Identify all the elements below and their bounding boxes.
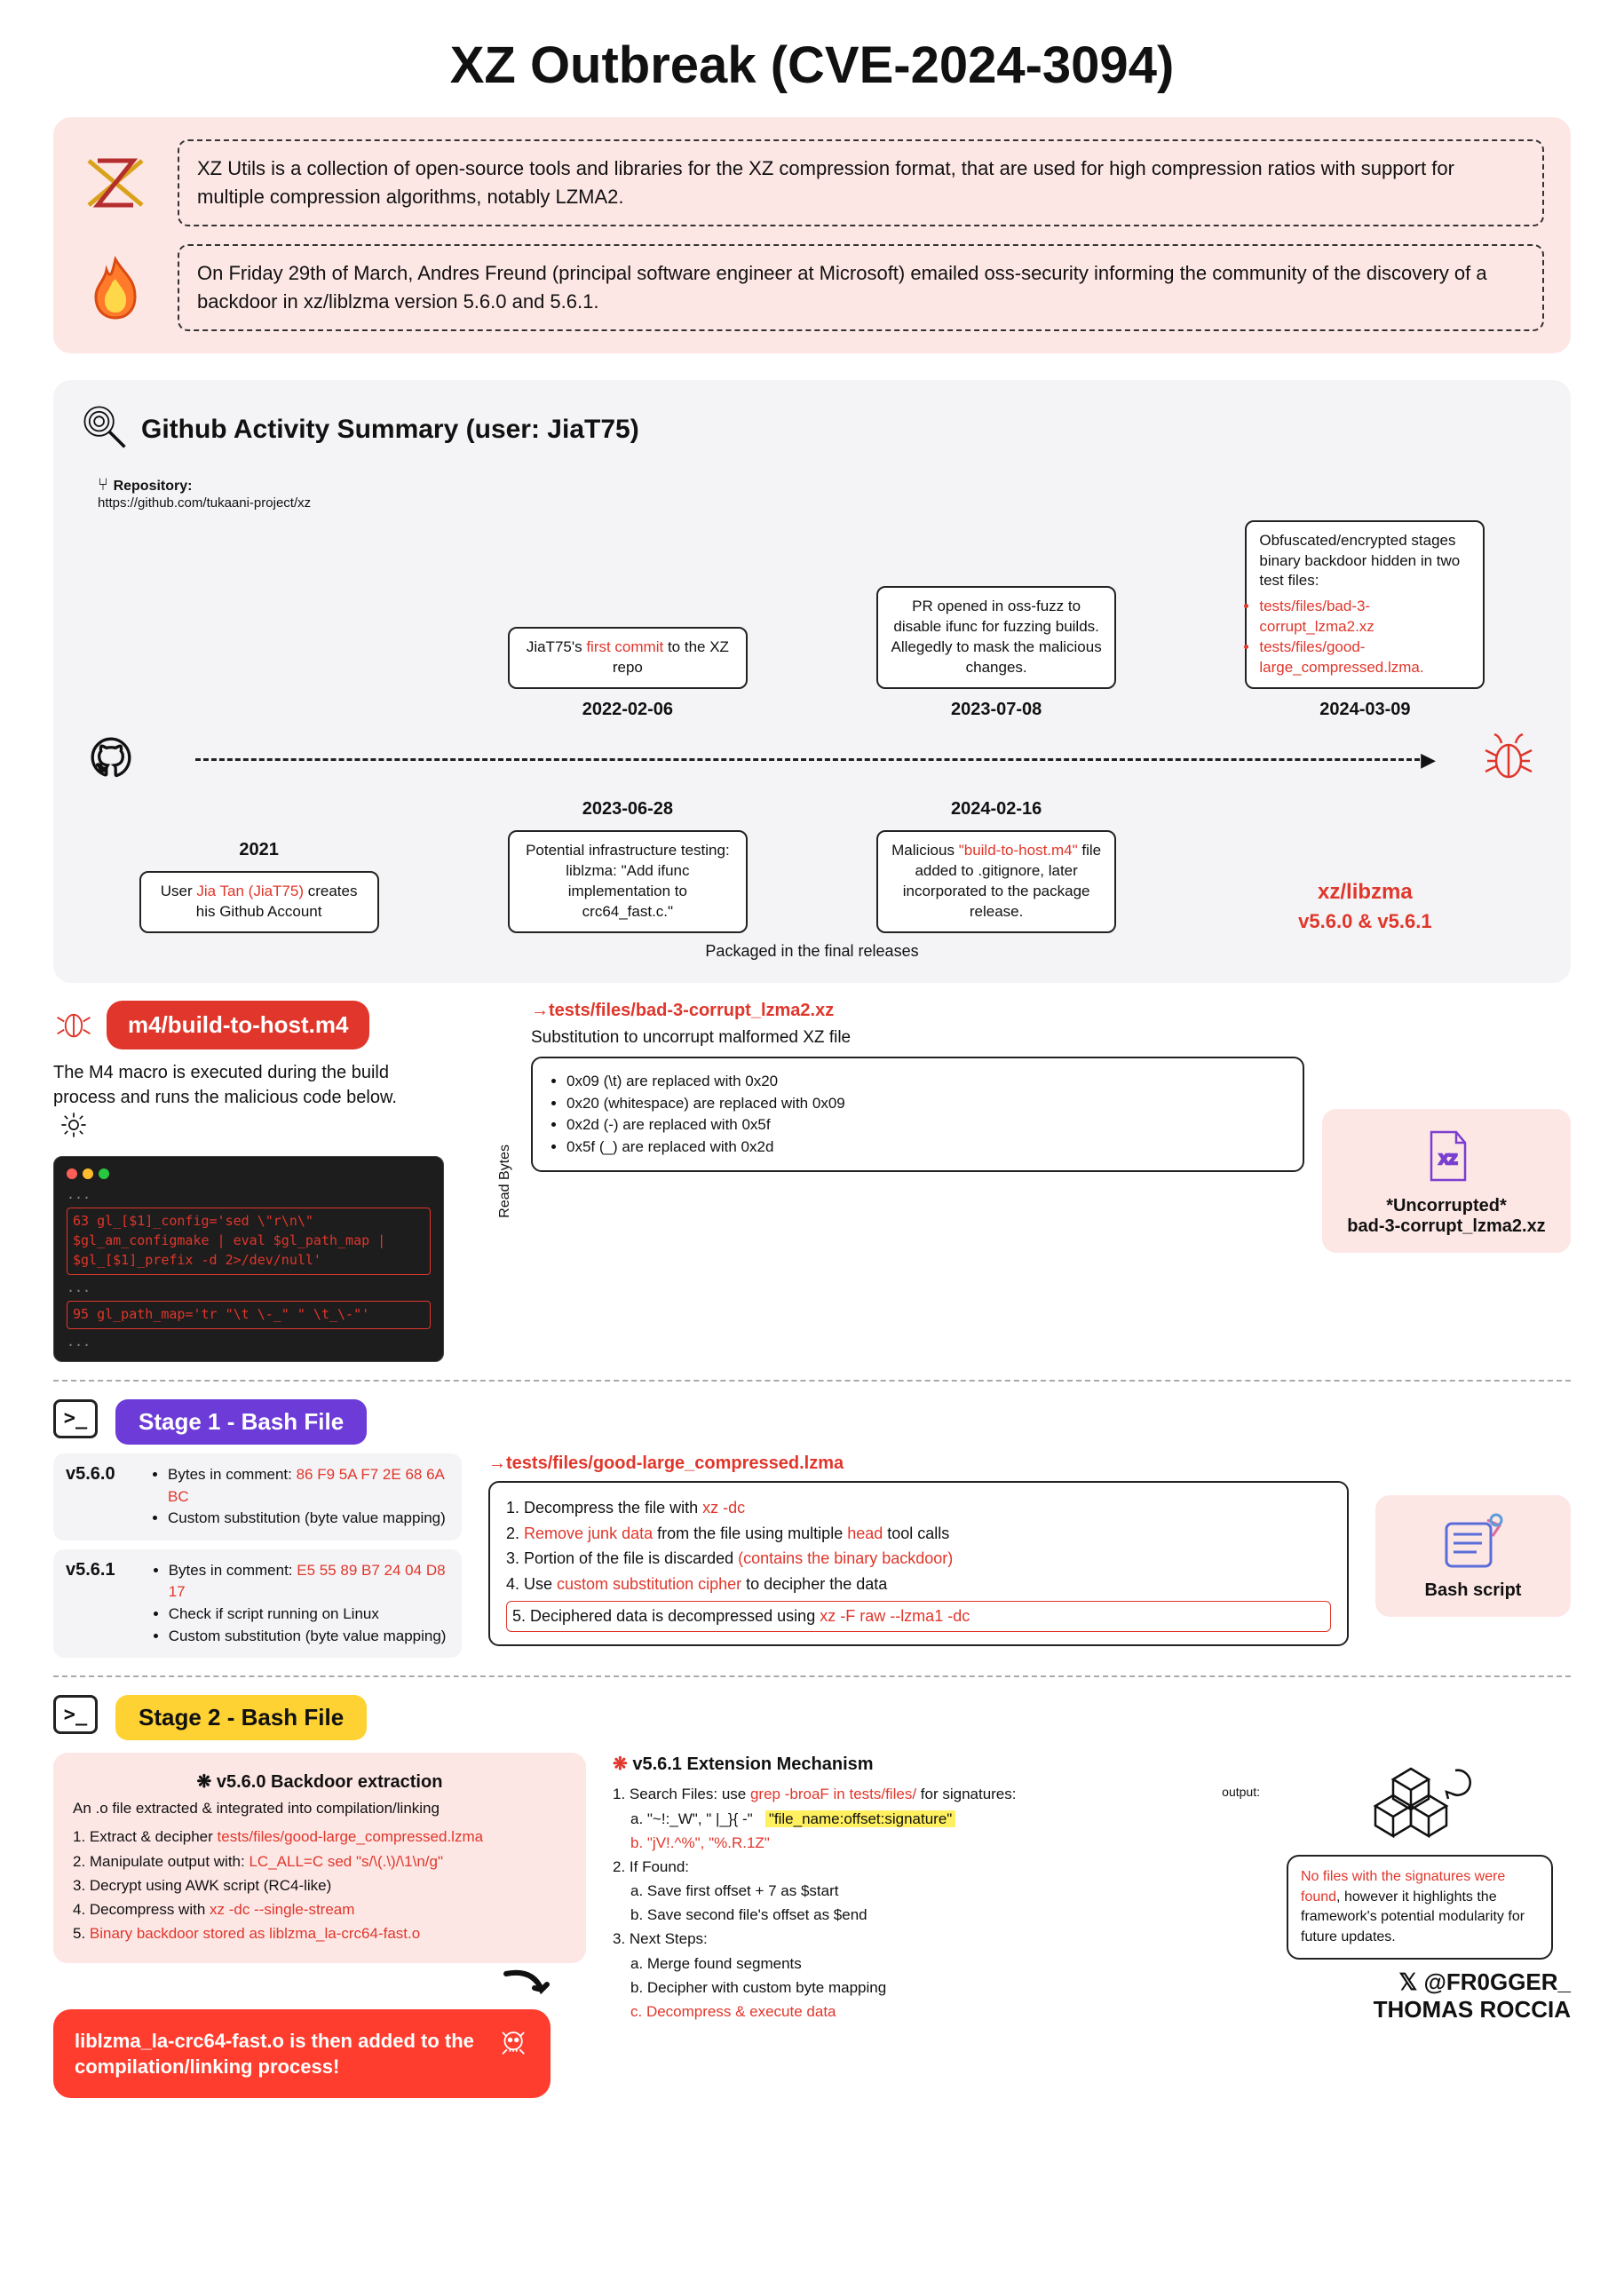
timeline-box: PR opened in oss-fuzz to disable ifunc f… <box>876 586 1116 689</box>
uncorrupted-card: XZ *Uncorrupted* bad-3-corrupt_lzma2.xz <box>1322 1109 1571 1253</box>
github-activity-card: Github Activity Summary (user: JiaT75) ⑂… <box>53 380 1571 983</box>
timeline-date: 2024-02-16 <box>951 799 1042 820</box>
github-icon <box>89 735 133 784</box>
intro-card: XZ Utils is a collection of open-source … <box>53 117 1571 353</box>
speech-bubble: No files with the signatures were found,… <box>1287 1855 1553 1960</box>
bug-icon <box>53 1002 94 1048</box>
timeline-date: 2023-07-08 <box>951 700 1042 720</box>
gear-icon <box>59 1125 89 1144</box>
timeline-date: 2022-02-06 <box>582 700 673 720</box>
cubes-icon <box>1287 1753 1571 1846</box>
bug-icon <box>1482 731 1535 788</box>
svg-text:XZ: XZ <box>1439 1152 1458 1168</box>
tests-file-label: →tests/files/good-large_compressed.lzma <box>488 1453 1349 1474</box>
timeline-box: Obfuscated/encrypted stages binary backd… <box>1245 520 1485 690</box>
skull-icon <box>497 2027 529 2080</box>
m4-description: The M4 macro is executed during the buil… <box>53 1060 426 1147</box>
github-heading: Github Activity Summary (user: JiaT75) <box>141 415 639 445</box>
fire-icon <box>80 252 151 323</box>
bytes-comment: Bytes in comment: 86 F9 5A F7 2E 68 6A B… <box>168 1464 449 1508</box>
ext-mechanism-steps: 1. Search Files: use grep -broaF in test… <box>613 1782 1260 2024</box>
bug-icon: ❋ <box>197 1772 212 1792</box>
terminal-icon: >_ <box>53 1695 98 1734</box>
fingerprint-icon <box>80 402 128 457</box>
compilation-pill: liblzma_la-crc64-fast.o is then added to… <box>53 2009 551 2098</box>
timeline-date: 2021 <box>239 840 279 860</box>
intro-description: XZ Utils is a collection of open-source … <box>178 139 1544 226</box>
result-lib: xz/libzma <box>1318 880 1413 905</box>
bytes-comment: Bytes in comment: E5 55 89 B7 24 04 D8 1… <box>169 1560 449 1604</box>
timeline-date: 2024-03-09 <box>1319 700 1410 720</box>
intro-discovery: On Friday 29th of March, Andres Freund (… <box>178 244 1544 331</box>
stage2-badge: Stage 2 - Bash File <box>115 1695 367 1740</box>
tests-file-label: →tests/files/bad-3-corrupt_lzma2.xz <box>531 1001 1304 1021</box>
ext-mechanism-head: v5.6.1 Extension Mechanism <box>632 1754 873 1774</box>
page-title: XZ Outbreak (CVE-2024-3094) <box>53 36 1571 95</box>
timeline-box: Potential infrastructure testing: liblzm… <box>508 830 748 933</box>
repo-info: ⑂ Repository: https://github.com/tukaani… <box>98 475 1544 511</box>
terminal-icon: >_ <box>53 1399 98 1438</box>
substitution-box: 0x09 (\t) are replaced with 0x20 0x20 (w… <box>531 1057 1304 1173</box>
read-bytes-label: Read Bytes <box>497 1144 513 1218</box>
package-note: Packaged in the final releases <box>80 942 1544 961</box>
bash-script-card: Bash script <box>1375 1495 1571 1617</box>
timeline-box: JiaT75's first commit to the XZ repo <box>508 627 748 689</box>
stage2-left-card: ❋ v5.6.0 Backdoor extraction An .o file … <box>53 1753 586 1963</box>
result-versions: v5.6.0 & v5.6.1 <box>1298 910 1431 933</box>
sub-heading: Substitution to uncorrupt malformed XZ f… <box>531 1028 1304 1048</box>
credit: 𝕏 @FR0GGER_ THOMAS ROCCIA <box>1287 1968 1571 2024</box>
xz-logo-icon <box>80 147 151 218</box>
timeline-date: 2023-06-28 <box>582 799 673 820</box>
version-label: v5.6.1 <box>66 1560 133 1580</box>
script-icon <box>1393 1511 1553 1573</box>
terminal-snippet: ... 63 gl_[$1]_config='sed \"r\n\" $gl_a… <box>53 1156 444 1362</box>
timeline-box: Malicious "build-to-host.m4" file added … <box>876 830 1116 933</box>
timeline-box: User Jia Tan (JiaT75) creates his Github… <box>139 871 379 933</box>
arrow-down-icon <box>497 1968 551 2004</box>
version-label: v5.6.0 <box>66 1464 132 1485</box>
m4-badge: m4/build-to-host.m4 <box>107 1001 369 1049</box>
stage1-badge: Stage 1 - Bash File <box>115 1399 367 1445</box>
stage1-steps: 1. Decompress the file with xz -dc 2. Re… <box>488 1481 1349 1646</box>
xz-file-icon: XZ <box>1340 1125 1553 1187</box>
